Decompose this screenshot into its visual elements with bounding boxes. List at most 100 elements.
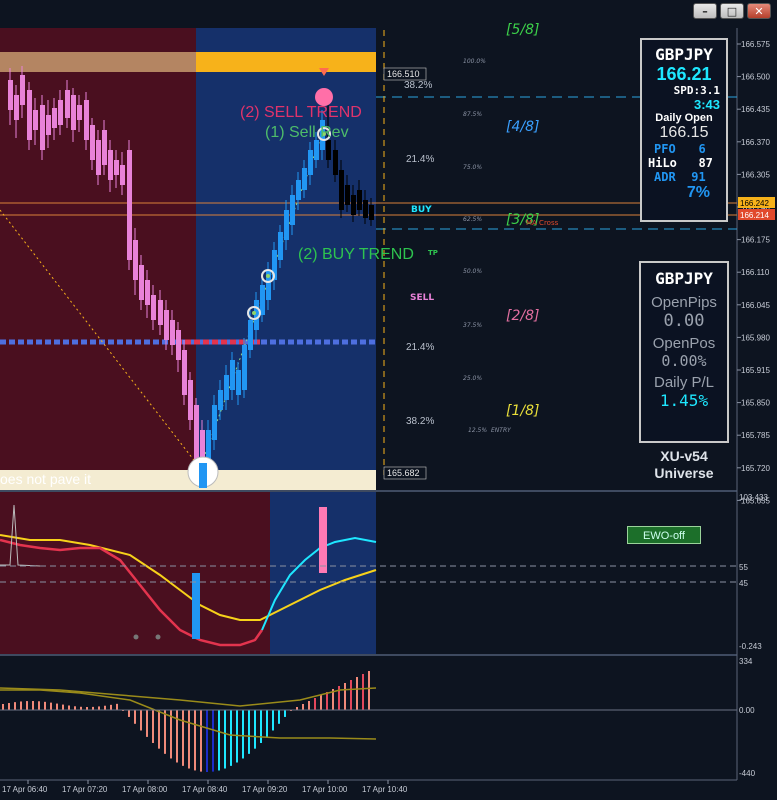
histogram-bar — [230, 710, 232, 766]
candle-body — [151, 295, 156, 320]
fibo-pct: 37.5% — [463, 322, 482, 329]
price-axis-label: 165.915 — [741, 366, 770, 375]
candle-body — [58, 100, 63, 125]
histogram-bar — [272, 710, 274, 731]
histogram-bar — [218, 710, 220, 771]
candle-body — [14, 95, 19, 120]
histogram-bar — [8, 703, 10, 710]
osc1-axis-label: -0.243 — [739, 642, 762, 651]
resistance-band-right — [196, 52, 376, 72]
price-axis-label: 166.305 — [741, 170, 770, 179]
histogram-bar — [56, 703, 58, 710]
candle-body — [345, 185, 350, 205]
candle-body — [290, 195, 295, 225]
buy-label: BUY — [411, 205, 432, 215]
open-pips-value: 0.00 — [663, 311, 705, 331]
ticker-text: oes not pave it — [0, 471, 91, 487]
fibo-pct: 100.0% — [463, 58, 486, 65]
octave-label: [4/8] — [506, 119, 539, 135]
daily-pl-label: Daily P/L — [653, 374, 715, 391]
candle-body — [8, 80, 13, 110]
resistance-band-left — [0, 52, 196, 72]
price-axis-label: 166.045 — [741, 301, 770, 310]
osc-bar — [319, 507, 327, 573]
histogram-bar — [44, 701, 46, 710]
osc-bar — [192, 573, 200, 639]
indicator-brand: XU-v54 Universe — [640, 448, 728, 482]
histogram-bar — [116, 703, 118, 710]
hilo-label: HiLo — [648, 156, 677, 170]
minimize-button[interactable]: – — [693, 3, 717, 19]
price-axis-label: 166.175 — [741, 236, 770, 245]
bar-timer: 3:43 — [693, 97, 720, 112]
candle-body — [236, 370, 241, 395]
candle-body — [254, 300, 259, 330]
histogram-bar — [266, 710, 268, 737]
histogram-bar — [224, 710, 226, 769]
osc-dot — [155, 634, 161, 640]
buy-trend-signal: (2) BUY TREND — [298, 246, 414, 263]
candle-body — [242, 345, 247, 390]
histogram-bar — [98, 706, 100, 710]
time-axis: 17 Apr 06:40 17 Apr 07:20 17 Apr 08:00 17 A… — [2, 780, 408, 794]
price-axis-label: 166.370 — [741, 138, 770, 147]
fibo-level-label: 38.2% — [406, 416, 434, 427]
candle-body — [218, 390, 223, 410]
histogram-bar — [206, 710, 208, 772]
histogram-bar — [128, 710, 130, 717]
histogram-bar — [146, 710, 148, 737]
fibo-pct: 12.5% — [468, 427, 487, 434]
hilo-value: 87 — [698, 156, 713, 170]
signal-ring-center — [252, 311, 256, 315]
current-price: 166.21 — [656, 64, 712, 84]
candle-body — [145, 280, 150, 305]
histogram-bar — [212, 710, 214, 772]
candle-body — [96, 140, 101, 175]
histogram-bar — [368, 671, 370, 710]
histogram-bar — [188, 710, 190, 769]
candle-body — [114, 160, 119, 175]
price-tag-buy: 166.242 — [740, 199, 769, 208]
brand-name: Universe — [654, 465, 714, 481]
histogram-bar — [278, 710, 280, 724]
histogram-bar — [32, 701, 34, 710]
fibo-pct: 25.0% — [463, 375, 482, 382]
candle-body — [133, 240, 138, 280]
buy-arrow-icon — [199, 463, 207, 488]
candle-body — [369, 205, 374, 220]
osc2-axis-label: 334 — [739, 657, 753, 666]
candle-body — [212, 405, 217, 440]
candle-body — [363, 200, 368, 218]
candle-body — [52, 108, 57, 128]
adr-percent: 7% — [686, 184, 710, 201]
maximize-button[interactable]: □ — [720, 3, 744, 19]
time-axis-label: 17 Apr 07:20 — [62, 785, 108, 794]
daily-open-label: Daily Open — [655, 112, 713, 124]
ewo-toggle-button[interactable]: EWO-off — [627, 526, 701, 544]
price-axis-label: 166.110 — [741, 268, 770, 277]
tp-label: TP — [428, 249, 438, 257]
histogram-bar — [152, 710, 154, 743]
time-axis-label: 17 Apr 06:40 — [2, 785, 48, 794]
fibo-pct: 50.0% — [463, 268, 482, 275]
histogram-bar — [344, 683, 346, 710]
candle-body — [158, 300, 163, 325]
histogram-bar — [20, 701, 22, 710]
candle-body — [182, 350, 187, 395]
histogram-bar — [62, 704, 64, 710]
price-box-bottom: 165.682 — [387, 468, 420, 478]
candle-body — [333, 150, 338, 175]
spread: SPD:3.1 — [673, 84, 720, 97]
histogram-bar — [314, 698, 316, 710]
daily-open-value: 166.15 — [659, 124, 709, 141]
sell-trend-signal: (2) SELL TREND — [240, 104, 362, 121]
price-axis-label: 165.785 — [741, 431, 770, 440]
close-button[interactable]: ✕ — [747, 3, 771, 19]
candle-body — [314, 140, 319, 160]
candle-body — [102, 130, 107, 165]
candle-body — [351, 195, 356, 215]
window-controls: – □ ✕ — [693, 3, 771, 19]
candle-body — [284, 210, 289, 240]
histogram-oscillator — [0, 671, 377, 772]
price-axis-label: 165.850 — [741, 399, 770, 408]
